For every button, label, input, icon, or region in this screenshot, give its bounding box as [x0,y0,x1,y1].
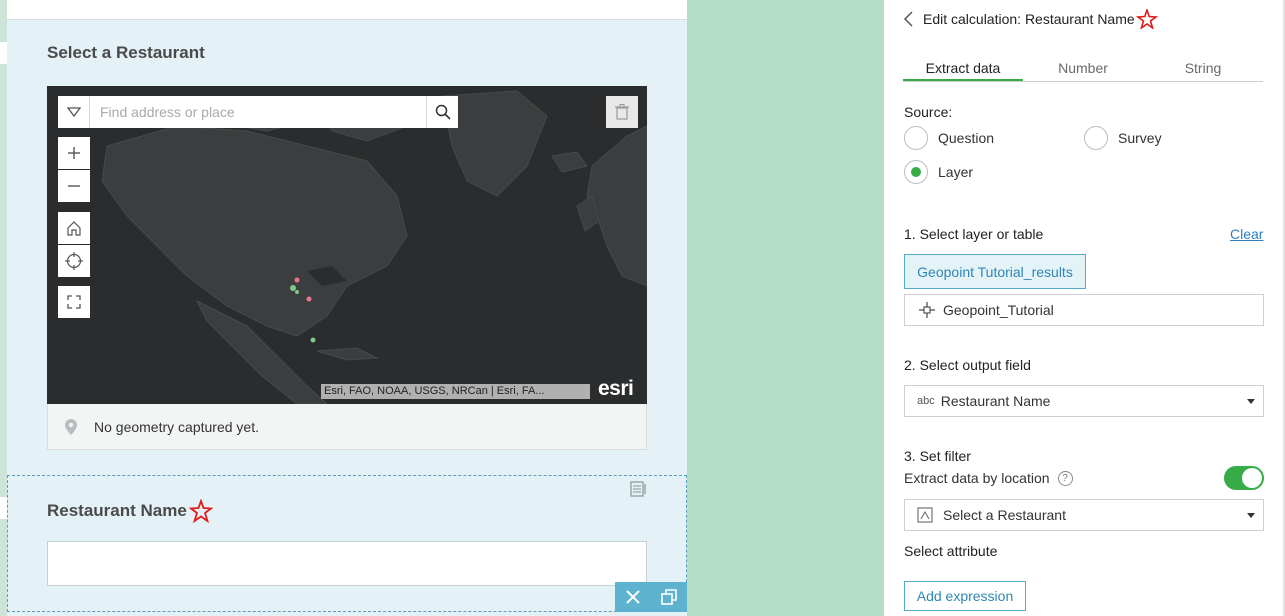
zoom-in-button[interactable] [58,137,90,169]
extract-by-location-row: Extract data by location ? [904,470,1073,486]
restaurant-name-input[interactable] [47,541,647,586]
panel-header: Edit calculation: Restaurant Name [903,9,1159,29]
selected-layer-field[interactable]: Geopoint_Tutorial [904,294,1264,326]
location-question-value: Select a Restaurant [943,507,1066,523]
esri-logo: esri [598,377,634,400]
panel-header-title: Edit calculation: Restaurant Name [923,11,1135,27]
zoom-out-button[interactable] [58,170,90,202]
tab-string[interactable]: String [1143,58,1263,81]
question-title-select-restaurant: Select a Restaurant [47,43,205,62]
geopoint-question-icon [917,507,933,523]
locate-button[interactable] [58,245,90,277]
text-type-icon: abc [917,395,935,407]
fullscreen-icon [67,295,81,309]
layer-table-button[interactable]: Geopoint Tutorial_results [904,254,1086,289]
map-view[interactable] [47,86,647,404]
radio-circle [1084,126,1108,150]
caret-down-icon [1247,399,1255,404]
crosshair-icon [919,302,935,318]
step1-label: 1. Select layer or table [904,226,1044,242]
locate-icon [65,252,83,270]
radio-circle-checked [904,160,928,184]
home-button[interactable] [58,212,90,244]
output-field-select[interactable]: abc Restaurant Name [904,385,1264,417]
map-search-bar [58,96,458,128]
source-label: Source: [904,104,953,120]
radio-label: Survey [1118,130,1162,146]
clear-geometry-button[interactable] [606,96,638,128]
close-icon[interactable] [625,590,640,604]
pin-icon [62,418,80,435]
back-button[interactable] [903,11,913,27]
calculation-tabs: Extract data Number String [903,58,1263,82]
source-option-survey[interactable]: Survey [1084,126,1162,150]
home-icon [67,221,81,236]
extract-by-location-toggle[interactable] [1224,466,1264,490]
search-icon [435,104,451,120]
radio-circle [904,126,928,150]
left-edge-strip [0,0,7,616]
location-question-select[interactable]: Select a Restaurant [904,499,1264,531]
required-star-icon [188,499,213,523]
step3-label: 3. Set filter [904,448,971,464]
clear-link[interactable]: Clear [1230,226,1263,242]
minus-icon [68,185,80,187]
search-input[interactable] [90,97,426,127]
caret-down-icon [1247,513,1255,518]
trash-icon [615,104,629,120]
tab-extract-data[interactable]: Extract data [903,58,1023,81]
radio-label: Question [938,130,995,146]
add-expression-button[interactable]: Add expression [904,581,1026,611]
question-icon[interactable]: ? [1057,470,1073,486]
basemap [47,86,647,404]
question-title-text: Restaurant Name [47,501,187,520]
select-attribute-label: Select attribute [904,543,998,559]
output-field-value: Restaurant Name [940,393,1051,409]
question-title-restaurant-name: Restaurant Name [47,499,213,523]
search-source-dropdown[interactable] [58,96,90,128]
source-option-layer[interactable]: Layer [904,160,973,184]
toggle-knob [1242,468,1262,488]
geometry-status-text: No geometry captured yet. [94,418,259,435]
radio-label: Layer [938,164,974,180]
duplicate-icon[interactable] [660,589,677,605]
plus-icon [68,147,80,159]
tab-number[interactable]: Number [1023,58,1143,81]
step2-label: 2. Select output field [904,357,1031,373]
search-button[interactable] [426,96,458,128]
chevron-down-icon [66,107,81,117]
selected-layer-name: Geopoint_Tutorial [943,302,1054,318]
back-chevron-icon [903,11,913,27]
extract-by-location-label: Extract data by location [904,470,1050,486]
question-actions [615,582,687,612]
required-star-icon [1135,9,1158,29]
source-option-question[interactable]: Question [904,126,994,150]
calculation-icon [630,481,648,502]
geometry-status-bar: No geometry captured yet. [47,404,647,450]
fullscreen-button[interactable] [58,286,90,318]
form-top-bar [7,0,687,20]
map-attribution: Esri, FAO, NOAA, USGS, NRCan | Esri, FA.… [321,384,590,399]
